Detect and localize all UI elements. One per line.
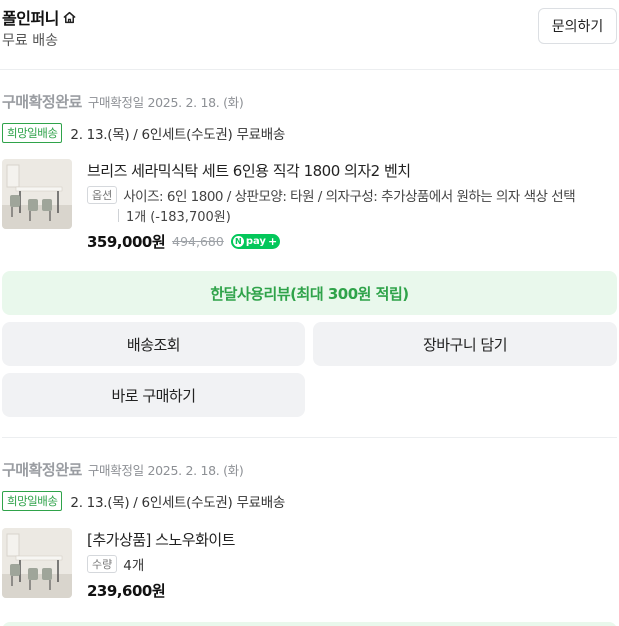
- npay-label: pay: [245, 236, 266, 247]
- order-status: 구매확정완료: [2, 461, 82, 479]
- store-name-link[interactable]: 폴인퍼니: [2, 5, 77, 29]
- confirm-date: 구매확정일 2025. 2. 18. (화): [87, 95, 244, 110]
- order-status-line: 구매확정완료 구매확정일 2025. 2. 18. (화): [2, 459, 244, 480]
- delivery-info: 희망일배송 2. 13.(목) / 6인세트(수도권) 무료배송: [2, 123, 285, 143]
- order-status: 구매확정완료: [2, 93, 82, 111]
- write-review-button[interactable]: [2, 622, 617, 626]
- delivery-text: 2. 13.(목) / 6인세트(수도권) 무료배송: [70, 495, 285, 511]
- price: 239,600원: [87, 582, 166, 600]
- hope-delivery-badge: 희망일배송: [2, 123, 63, 143]
- write-review-button[interactable]: 한달사용리뷰(최대 300원 적립): [2, 271, 617, 315]
- option-quantity: 1개 (-183,700원): [118, 206, 231, 225]
- add-to-cart-button[interactable]: 장바구니 담기: [313, 322, 617, 366]
- delivery-text: 2. 13.(목) / 6인세트(수도권) 무료배송: [70, 127, 285, 143]
- option-qty-value: 1개: [126, 210, 147, 225]
- plus-icon: +: [267, 235, 278, 248]
- order-status-line: 구매확정완료 구매확정일 2025. 2. 18. (화): [2, 91, 244, 112]
- store-header: 폴인퍼니 무료 배송 문의하기: [0, 0, 619, 70]
- price: 359,000원: [87, 233, 166, 251]
- price-line: 359,000원 494,680 N pay +: [87, 231, 281, 252]
- store-name[interactable]: 폴인퍼니: [2, 5, 59, 29]
- hope-delivery-badge: 희망일배송: [2, 491, 63, 511]
- quantity-tag: 수량: [87, 555, 118, 573]
- buy-now-button[interactable]: 바로 구매하기: [2, 373, 305, 417]
- quantity-value: 4개: [123, 558, 145, 574]
- order-divider: [2, 437, 617, 438]
- divider: [118, 209, 119, 222]
- free-shipping-label: 무료 배송: [2, 33, 58, 49]
- option-text: 사이즈: 6인 1800 / 상판모양: 타원 / 의자구성: 추가상품에서 원…: [123, 189, 576, 205]
- delivery-info: 희망일배송 2. 13.(목) / 6인세트(수도권) 무료배송: [2, 491, 285, 511]
- product-thumbnail[interactable]: [2, 528, 72, 598]
- original-price: 494,680: [172, 234, 224, 249]
- product-thumbnail[interactable]: [2, 159, 72, 229]
- inquiry-button[interactable]: 문의하기: [538, 8, 617, 44]
- price-line: 239,600원: [87, 580, 166, 601]
- product-title[interactable]: [추가상품] 스노우화이트: [87, 529, 235, 550]
- option-tag: 옵션: [87, 186, 118, 204]
- product-title[interactable]: 브리즈 세라믹식탁 세트 6인용 직각 1800 의자2 벤치: [87, 160, 411, 181]
- confirm-date: 구매확정일 2025. 2. 18. (화): [87, 463, 244, 478]
- option-line: 옵션 사이즈: 6인 1800 / 상판모양: 타원 / 의자구성: 추가상품에…: [87, 185, 576, 205]
- npay-n-icon: N: [232, 236, 244, 247]
- npay-plus-badge: N pay +: [230, 234, 281, 249]
- option-discount: (-183,700원): [150, 210, 231, 225]
- track-delivery-button[interactable]: 배송조회: [2, 322, 305, 366]
- home-icon[interactable]: [62, 10, 77, 25]
- quantity-line: 수량 4개: [87, 554, 144, 574]
